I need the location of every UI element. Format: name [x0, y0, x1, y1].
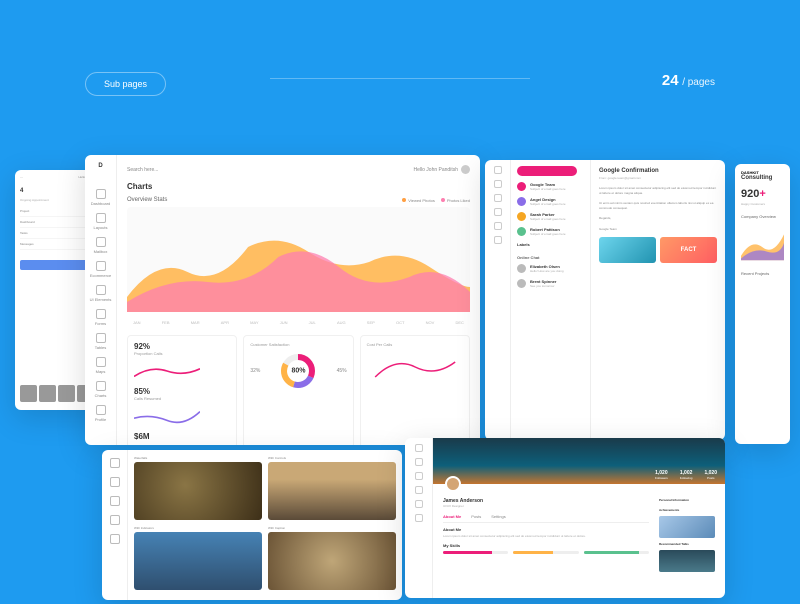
gallery-card: Waterfalls With Controls With Indicators…	[102, 450, 402, 600]
profile-hero: 1,020Followers 1,002Following 1,020Posts	[433, 438, 725, 484]
avatar[interactable]	[445, 476, 461, 492]
gallery-image[interactable]	[268, 532, 396, 590]
nav-icon[interactable]	[494, 222, 502, 230]
overview-chart	[127, 207, 470, 312]
mail-card: Google TeamSubject of email goes here An…	[485, 160, 725, 440]
nav-icon[interactable]	[494, 208, 502, 216]
profile-icon[interactable]	[96, 405, 106, 415]
gallery-image[interactable]	[134, 532, 262, 590]
chat-item[interactable]: Elizabeth OlsenHello! How are you doing	[517, 264, 584, 273]
page-count: 24 / pages	[662, 72, 715, 89]
subpages-badge: Sub pages	[85, 72, 166, 96]
ui-elements-icon[interactable]	[96, 285, 106, 295]
tab-posts[interactable]: Posts	[471, 514, 481, 519]
chat-item[interactable]: Brent SpinnerSee you tomorrow	[517, 279, 584, 288]
tab-settings[interactable]: Settings	[491, 514, 505, 519]
gallery-image[interactable]	[134, 462, 262, 520]
cost-card: Cost Per Calls	[360, 335, 470, 445]
gallery-image[interactable]	[268, 462, 396, 520]
maps-icon[interactable]	[96, 357, 106, 367]
profile-card: 1,020Followers 1,002Following 1,020Posts…	[405, 438, 725, 598]
ecommerce-icon[interactable]	[96, 261, 106, 271]
mail-item[interactable]: Sarah ParkerSubject of email goes here	[517, 212, 584, 221]
mail-item[interactable]: Angel DesignSubject of email goes here	[517, 197, 584, 206]
nav-icon[interactable]	[494, 180, 502, 188]
divider	[270, 78, 530, 79]
nav-icon[interactable]	[494, 166, 502, 174]
nav-icon[interactable]	[494, 236, 502, 244]
dashboard-icon[interactable]	[96, 189, 106, 199]
mail-item[interactable]: Robert PattisonSubject of email goes her…	[517, 227, 584, 236]
page-title: Charts	[127, 182, 470, 191]
layouts-icon[interactable]	[96, 213, 106, 223]
charts-card: D Dashboard Layouts Mailbox Ecommerce UI…	[85, 155, 480, 445]
mailbox-icon[interactable]	[96, 237, 106, 247]
avatar[interactable]	[461, 165, 470, 174]
consulting-card: DASHKIT Consulting 920+ Happy Customers …	[735, 164, 790, 444]
sidebar: D Dashboard Layouts Mailbox Ecommerce UI…	[85, 155, 117, 445]
tab-about[interactable]: About Me	[443, 514, 461, 519]
logo: D	[93, 163, 109, 179]
forms-icon[interactable]	[96, 309, 106, 319]
mail-image: FACT	[660, 237, 717, 263]
stat-card: 92% Proportion Calls 85% Calls Resumed $…	[127, 335, 237, 445]
charts-icon[interactable]	[96, 381, 106, 391]
satisfaction-card: Customer Satisfaction 32% 80% 45%	[243, 335, 353, 445]
mail-item[interactable]: Google TeamSubject of email goes here	[517, 182, 584, 191]
compose-button[interactable]	[517, 166, 577, 176]
tables-icon[interactable]	[96, 333, 106, 343]
search-input[interactable]: Search here...	[127, 167, 158, 173]
mail-image	[599, 237, 656, 263]
nav-icon[interactable]	[494, 194, 502, 202]
